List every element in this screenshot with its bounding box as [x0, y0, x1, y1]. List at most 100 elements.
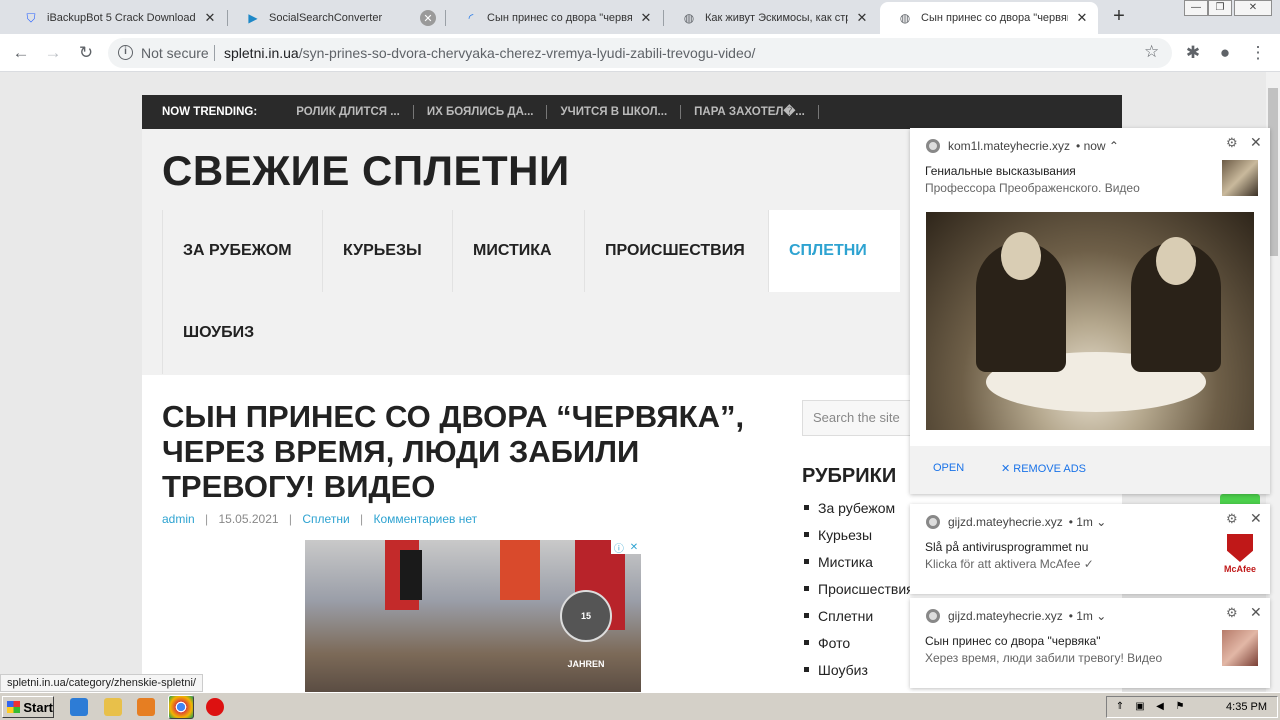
site-title[interactable]: СВЕЖИЕ СПЛЕТНИ	[162, 147, 570, 195]
internet-explorer-icon[interactable]	[70, 698, 88, 716]
push-notification[interactable]: gijzd.mateyhecrie.xyz • 1m ⌄ ⚙ ✕ Сын при…	[910, 598, 1270, 688]
menu-item-shoubiz[interactable]: ШОУБИЗ	[162, 292, 302, 374]
notification-time: • 1m ⌄	[1068, 515, 1107, 529]
flag-icon[interactable]: ⚑	[1173, 701, 1187, 713]
volume-icon[interactable]: ◀	[1153, 701, 1167, 713]
close-tab-icon[interactable]: ✕	[854, 10, 870, 26]
network-icon[interactable]: ▣	[1133, 701, 1147, 713]
article-headline: СЫН ПРИНЕС СО ДВОРА “ЧЕРВЯКА”, ЧЕРЕЗ ВРЕ…	[162, 399, 745, 504]
mcafee-logo-text: McAfee	[1223, 564, 1256, 574]
tab-title: SocialSearchConverter	[269, 12, 383, 24]
rubric-link[interactable]: Мистика	[802, 548, 914, 575]
tab-ibackupbot[interactable]: ⛉ iBackupBot 5 Crack Download Fu ✕	[6, 2, 226, 34]
restore-button[interactable]: ❐	[1208, 0, 1232, 16]
main-menu-row1: ЗА РУБЕЖОМ КУРЬЕЗЫ МИСТИКА ПРОИСШЕСТВИЯ …	[162, 210, 900, 292]
rubrics-heading: РУБРИКИ	[802, 465, 897, 487]
trending-item[interactable]: ИХ БОЯЛИСЬ ДА...	[414, 105, 548, 119]
tab-socialsearchconverter[interactable]: ▶ SocialSearchConverter ✕	[228, 2, 444, 34]
notification-domain: gijzd.mateyhecrie.xyz	[948, 515, 1063, 529]
start-button[interactable]: Start	[2, 696, 54, 718]
url-domain: spletni.in.ua	[224, 45, 299, 61]
globe-icon: ◍	[899, 11, 911, 25]
notification-source: gijzd.mateyhecrie.xyz • 1m ⌄	[926, 609, 1106, 623]
settings-gear-icon[interactable]: ⚙	[1226, 605, 1238, 621]
chrome-icon	[926, 139, 940, 153]
menu-item-kurezy[interactable]: КУРЬЕЗЫ	[322, 210, 452, 292]
chrome-taskbar-icon[interactable]	[168, 695, 194, 719]
rubric-link[interactable]: За рубежом	[802, 494, 914, 521]
open-button[interactable]: OPEN	[933, 462, 964, 474]
author-link[interactable]: admin	[162, 512, 195, 526]
tab-son-prines-active[interactable]: ◍ Сын принес со двора "червяк ✕	[880, 2, 1098, 34]
notification-thumbnail	[1222, 630, 1258, 666]
tray-expand-icon[interactable]: ⇑	[1113, 701, 1127, 713]
info-icon[interactable]: i	[118, 45, 133, 60]
extensions-icon[interactable]: ✱	[1183, 43, 1203, 63]
close-window-button[interactable]: ✕	[1234, 0, 1272, 16]
rubric-link[interactable]: Происшествия	[802, 575, 914, 602]
rubric-link[interactable]: Фото	[802, 629, 914, 656]
back-button[interactable]: ←	[8, 40, 34, 66]
search-input[interactable]: Search the site	[802, 400, 922, 436]
close-icon[interactable]: ✕	[1250, 510, 1262, 527]
advertisement-image[interactable]: 15 JAHREN ⓘ ✕	[305, 540, 641, 692]
notification-title: Slå på antivirusprogrammet nu	[925, 540, 1089, 554]
rubric-link[interactable]: Курьезы	[802, 521, 914, 548]
bookmark-star-icon[interactable]: ☆	[1144, 42, 1159, 62]
menu-icon[interactable]: ⋮	[1248, 43, 1268, 63]
url-text[interactable]: spletni.in.ua/syn-prines-so-dvora-chervy…	[224, 45, 755, 61]
notification-source: kom1l.mateyhecrie.xyz • now ⌃	[926, 139, 1119, 153]
chrome-icon	[926, 515, 940, 529]
comments-link[interactable]: Комментариев нет	[373, 512, 477, 526]
adchoices-icon[interactable]: ⓘ ✕	[611, 540, 641, 555]
tab-title: iBackupBot 5 Crack Download Fu	[47, 12, 196, 24]
remove-ads-button[interactable]: ✕ REMOVE ADS	[1001, 462, 1086, 475]
notification-time: • 1m ⌄	[1068, 609, 1107, 623]
notification-time: • now ⌃	[1076, 139, 1119, 153]
media-player-icon[interactable]	[137, 698, 155, 716]
settings-gear-icon[interactable]: ⚙	[1226, 511, 1238, 527]
forward-button[interactable]: →	[40, 40, 66, 66]
push-notification[interactable]: kom1l.mateyhecrie.xyz • now ⌃ ⚙ ✕ Гениал…	[910, 128, 1270, 494]
trending-label: NOW TRENDING:	[162, 106, 258, 118]
trending-item[interactable]: УЧИТСЯ В ШКОЛ...	[547, 105, 682, 119]
close-tab-icon[interactable]: ✕	[202, 10, 218, 26]
profile-icon[interactable]: ●	[1215, 43, 1235, 63]
address-bar[interactable]: i Not secure spletni.in.ua/syn-prines-so…	[108, 38, 1172, 68]
rubric-link[interactable]: Шоубиз	[802, 656, 914, 683]
notification-domain: gijzd.mateyhecrie.xyz	[948, 609, 1063, 623]
trending-item[interactable]: ПАРА ЗАХОТЕЛ�...	[681, 105, 819, 119]
menu-item-mistika[interactable]: МИСТИКА	[452, 210, 584, 292]
push-notification[interactable]: gijzd.mateyhecrie.xyz • 1m ⌄ ⚙ ✕ Slå på …	[910, 504, 1270, 594]
close-tab-icon[interactable]: ✕	[1074, 10, 1090, 26]
rubric-link[interactable]: Сплетни	[802, 602, 914, 629]
menu-item-za-rubezhom[interactable]: ЗА РУБЕЖОМ	[162, 210, 322, 292]
notification-image	[926, 212, 1254, 430]
menu-item-proisshestviya[interactable]: ПРОИСШЕСТВИЯ	[584, 210, 768, 292]
tab-eskimosy[interactable]: ◍ Как живут Эскимосы, как стр ✕	[664, 2, 878, 34]
settings-gear-icon[interactable]: ⚙	[1226, 135, 1238, 151]
folder-icon[interactable]	[104, 698, 122, 716]
rubrics-list: За рубежом Курьезы Мистика Происшествия …	[802, 494, 914, 683]
tab-son-prines-loading[interactable]: ◜ Сын принес со двора "червяка" ✕	[446, 2, 662, 34]
close-tab-icon[interactable]: ✕	[420, 10, 436, 26]
new-tab-button[interactable]: +	[1107, 5, 1131, 29]
category-link[interactable]: Сплетни	[302, 512, 349, 526]
reload-button[interactable]: ↻	[73, 40, 99, 66]
meta-separator: |	[288, 512, 293, 526]
close-tab-icon[interactable]: ✕	[638, 10, 654, 26]
status-url: spletni.in.ua/category/zhenskie-spletni/	[0, 674, 203, 692]
menu-item-spletni[interactable]: СПЛЕТНИ	[768, 210, 900, 292]
mcafee-shield-shape	[1227, 534, 1253, 562]
close-icon[interactable]: ✕	[1250, 134, 1262, 151]
notification-title: Гениальные высказывания	[925, 164, 1076, 178]
close-icon[interactable]: ✕	[1250, 604, 1262, 621]
minimize-button[interactable]: —	[1184, 0, 1208, 16]
meta-separator: |	[360, 512, 364, 526]
trending-item[interactable]: РОЛИК ДЛИТСЯ ...	[283, 105, 414, 119]
close-icon: ✕	[1001, 463, 1011, 475]
notification-title: Сын принес со двора "червяка"	[925, 634, 1101, 648]
windows-taskbar: Start ⇑ ▣ ◀ ⚑ 4:35 PM	[0, 692, 1280, 720]
opera-icon[interactable]	[206, 698, 224, 716]
notification-domain: kom1l.mateyhecrie.xyz	[948, 139, 1071, 153]
